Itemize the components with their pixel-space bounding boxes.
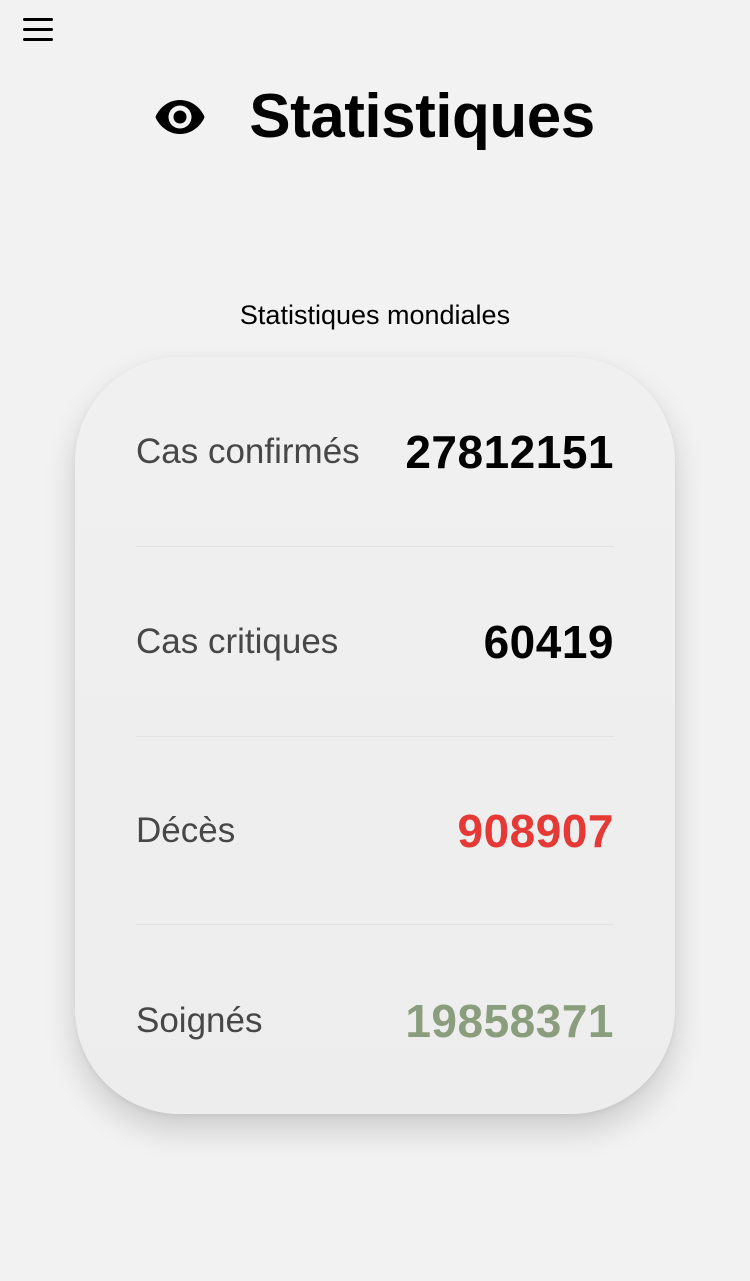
stat-value-deaths: 908907 [457, 805, 614, 857]
menu-bar [23, 17, 53, 21]
page-title: Statistiques [249, 82, 595, 151]
stat-row-deaths: Décès 908907 [95, 771, 614, 891]
stat-value-recovered: 19858371 [405, 995, 614, 1047]
stat-value-confirmed: 27812151 [405, 426, 614, 478]
stats-card: Cas confirmés 27812151 Cas critiques 604… [75, 357, 675, 1114]
stat-label-deaths: Décès [95, 771, 276, 891]
stat-value-critical: 60419 [483, 616, 614, 668]
eye-icon [155, 98, 205, 136]
stat-row-critical: Cas critiques 60419 [95, 582, 614, 702]
stat-label-critical: Cas critiques [95, 582, 379, 702]
menu-bar [23, 27, 53, 31]
hamburger-menu-icon[interactable] [18, 12, 58, 46]
stat-label-recovered: Soignés [95, 961, 304, 1081]
stat-row-confirmed: Cas confirmés 27812151 [96, 392, 614, 512]
divider [136, 546, 614, 547]
stat-row-recovered: Soignés 19858371 [95, 961, 614, 1081]
divider [136, 924, 614, 925]
menu-bar [23, 37, 53, 41]
divider [136, 736, 614, 737]
page-header: Statistiques [0, 72, 750, 162]
section-title: Statistiques mondiales [239, 300, 511, 330]
stat-label-confirmed: Cas confirmés [96, 392, 400, 512]
